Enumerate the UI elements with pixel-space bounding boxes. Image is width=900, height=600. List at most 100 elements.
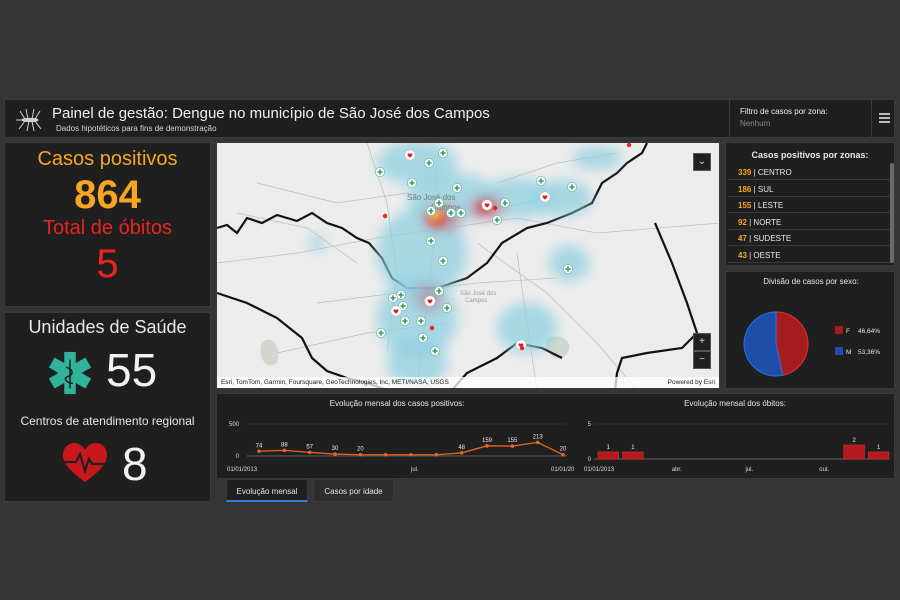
x-tick-label: jul.: [410, 467, 419, 473]
health-unit-marker[interactable]: [375, 327, 386, 338]
deaths-bar[interactable]: [597, 451, 619, 460]
cases-point-label: 20: [560, 447, 567, 453]
menu-button[interactable]: [871, 100, 896, 137]
pie-title: Divisão de casos por sexo:: [763, 277, 859, 286]
health-unit-marker[interactable]: [499, 198, 510, 209]
health-unit-marker[interactable]: [406, 178, 417, 189]
zone-name: | CENTRO: [751, 168, 792, 177]
map-panel[interactable]: São José dos Campos São José dos Campos …: [216, 142, 720, 389]
positive-cases-value: 864: [74, 173, 141, 217]
zone-name: | NORTE: [746, 217, 782, 227]
zones-scrollbar[interactable]: [890, 163, 894, 263]
cases-point[interactable]: [333, 452, 337, 456]
svg-text:Campos: Campos: [465, 298, 487, 304]
powered-by-esri: Powered by Esri: [667, 379, 715, 386]
cases-point[interactable]: [358, 452, 363, 457]
mosquito-icon: [16, 108, 42, 132]
health-unit-marker[interactable]: [437, 148, 448, 158]
chevrons-down-icon: ⌄: [697, 156, 707, 167]
health-unit-marker[interactable]: [562, 264, 573, 275]
heatmap-map[interactable]: São José dos Campos São José dos Campos: [217, 143, 720, 389]
zone-row-centro[interactable]: 339 | CENTRO: [728, 165, 892, 180]
health-unit-marker[interactable]: [445, 208, 456, 219]
health-unit-marker[interactable]: [399, 315, 410, 326]
hospital-marker[interactable]: [481, 199, 493, 211]
health-unit-marker[interactable]: [455, 208, 466, 219]
zone-count: 47: [738, 234, 747, 243]
cases-point[interactable]: [535, 440, 540, 445]
cases-point[interactable]: [510, 444, 515, 448]
health-unit-marker[interactable]: [425, 206, 436, 217]
hospital-marker[interactable]: [424, 295, 436, 307]
health-unit-marker[interactable]: [491, 215, 502, 226]
hamburger-icon-bar: [879, 121, 890, 123]
hamburger-icon-bar: [879, 113, 890, 115]
zone-row-sul[interactable]: 186 | SUL: [728, 182, 892, 197]
cases-point[interactable]: [459, 451, 464, 455]
cases-point[interactable]: [307, 450, 312, 455]
legend-label-f: F: [846, 328, 850, 335]
health-unit-marker[interactable]: [566, 182, 577, 193]
cases-point-label: 213: [533, 434, 544, 440]
cases-point[interactable]: [257, 449, 261, 454]
health-unit-marker[interactable]: [417, 332, 428, 343]
health-unit-marker[interactable]: [451, 183, 462, 194]
health-unit-marker[interactable]: [433, 285, 444, 296]
zone-filter-value[interactable]: Nenhum: [740, 119, 871, 128]
health-unit-marker[interactable]: [429, 345, 440, 356]
deaths-bar-label: 1: [631, 445, 635, 451]
tab-casos-por-idade[interactable]: Casos por idade: [313, 479, 394, 502]
page-title: Painel de gestão: Dengue no município de…: [52, 105, 490, 122]
health-unit-marker[interactable]: [387, 292, 398, 303]
deaths-bar[interactable]: [868, 451, 890, 460]
zone-row-oeste[interactable]: 43 | OESTE: [728, 248, 892, 263]
legend-value-f: 46,64%: [858, 328, 880, 335]
x-tick-label: 01/01/2013: [584, 467, 615, 473]
zone-filter-label: Filtro de casos por zona:: [740, 107, 828, 116]
zoom-in-button[interactable]: +: [693, 333, 711, 351]
zone-row-norte[interactable]: 92 | NORTE: [728, 215, 892, 230]
deaths-bar-label: 1: [877, 445, 881, 451]
health-unit-marker[interactable]: [415, 315, 426, 326]
deaths-chart-title: Evolução mensal dos óbitos:: [684, 399, 786, 408]
cases-point-label: 74: [256, 443, 263, 449]
hospital-marker[interactable]: [404, 149, 416, 161]
x-tick-label: 01/01/20: [551, 467, 575, 473]
sex-division-panel: Divisão de casos por sexo: F 46,64% M 53,36…: [725, 271, 895, 389]
x-tick-label: jul.: [745, 467, 754, 473]
cases-point[interactable]: [383, 452, 388, 457]
zoom-out-button[interactable]: −: [693, 351, 711, 369]
tab-evolucao-mensal[interactable]: Evolução mensal: [226, 479, 308, 502]
deaths-bar[interactable]: [622, 451, 644, 460]
zones-title: Casos positivos por zonas:: [751, 150, 869, 160]
zone-name: | LESTE: [751, 201, 784, 210]
health-units-label: Unidades de Saúde: [28, 317, 187, 337]
positive-cases-label: Casos positivos: [37, 148, 178, 170]
cases-point[interactable]: [485, 444, 489, 448]
heart-pulse-icon: [63, 443, 107, 482]
cases-point[interactable]: [434, 452, 439, 457]
zone-count: 92: [738, 217, 747, 227]
collapse-map-button[interactable]: ⌄: [693, 153, 711, 171]
health-unit-marker[interactable]: [423, 157, 434, 168]
health-unit-marker[interactable]: [441, 302, 452, 313]
zone-name: | OESTE: [746, 250, 781, 260]
deaths-bar[interactable]: [843, 444, 865, 460]
hospital-marker[interactable]: [390, 305, 402, 317]
legend-swatch-f: [835, 326, 843, 334]
zone-row-leste[interactable]: 155 | LESTE: [728, 198, 892, 213]
health-unit-marker[interactable]: [433, 198, 444, 209]
health-unit-marker[interactable]: [374, 166, 385, 177]
zone-filter[interactable]: Filtro de casos por zona: Nenhum: [729, 100, 871, 137]
cases-point[interactable]: [561, 452, 565, 457]
legend-value-m: 53,36%: [858, 349, 880, 356]
health-unit-marker[interactable]: [535, 176, 546, 187]
health-unit-marker[interactable]: [437, 256, 448, 267]
deaths-label: Total de óbitos: [43, 217, 172, 239]
zone-row-sudeste[interactable]: 47 | SUDESTE: [728, 231, 892, 246]
hospital-marker[interactable]: [539, 191, 551, 203]
cases-point[interactable]: [282, 448, 287, 453]
health-units-panel: Unidades de Saúde 55 Centros de atendime…: [4, 312, 211, 502]
cases-point[interactable]: [409, 452, 413, 457]
health-unit-marker[interactable]: [425, 236, 436, 247]
